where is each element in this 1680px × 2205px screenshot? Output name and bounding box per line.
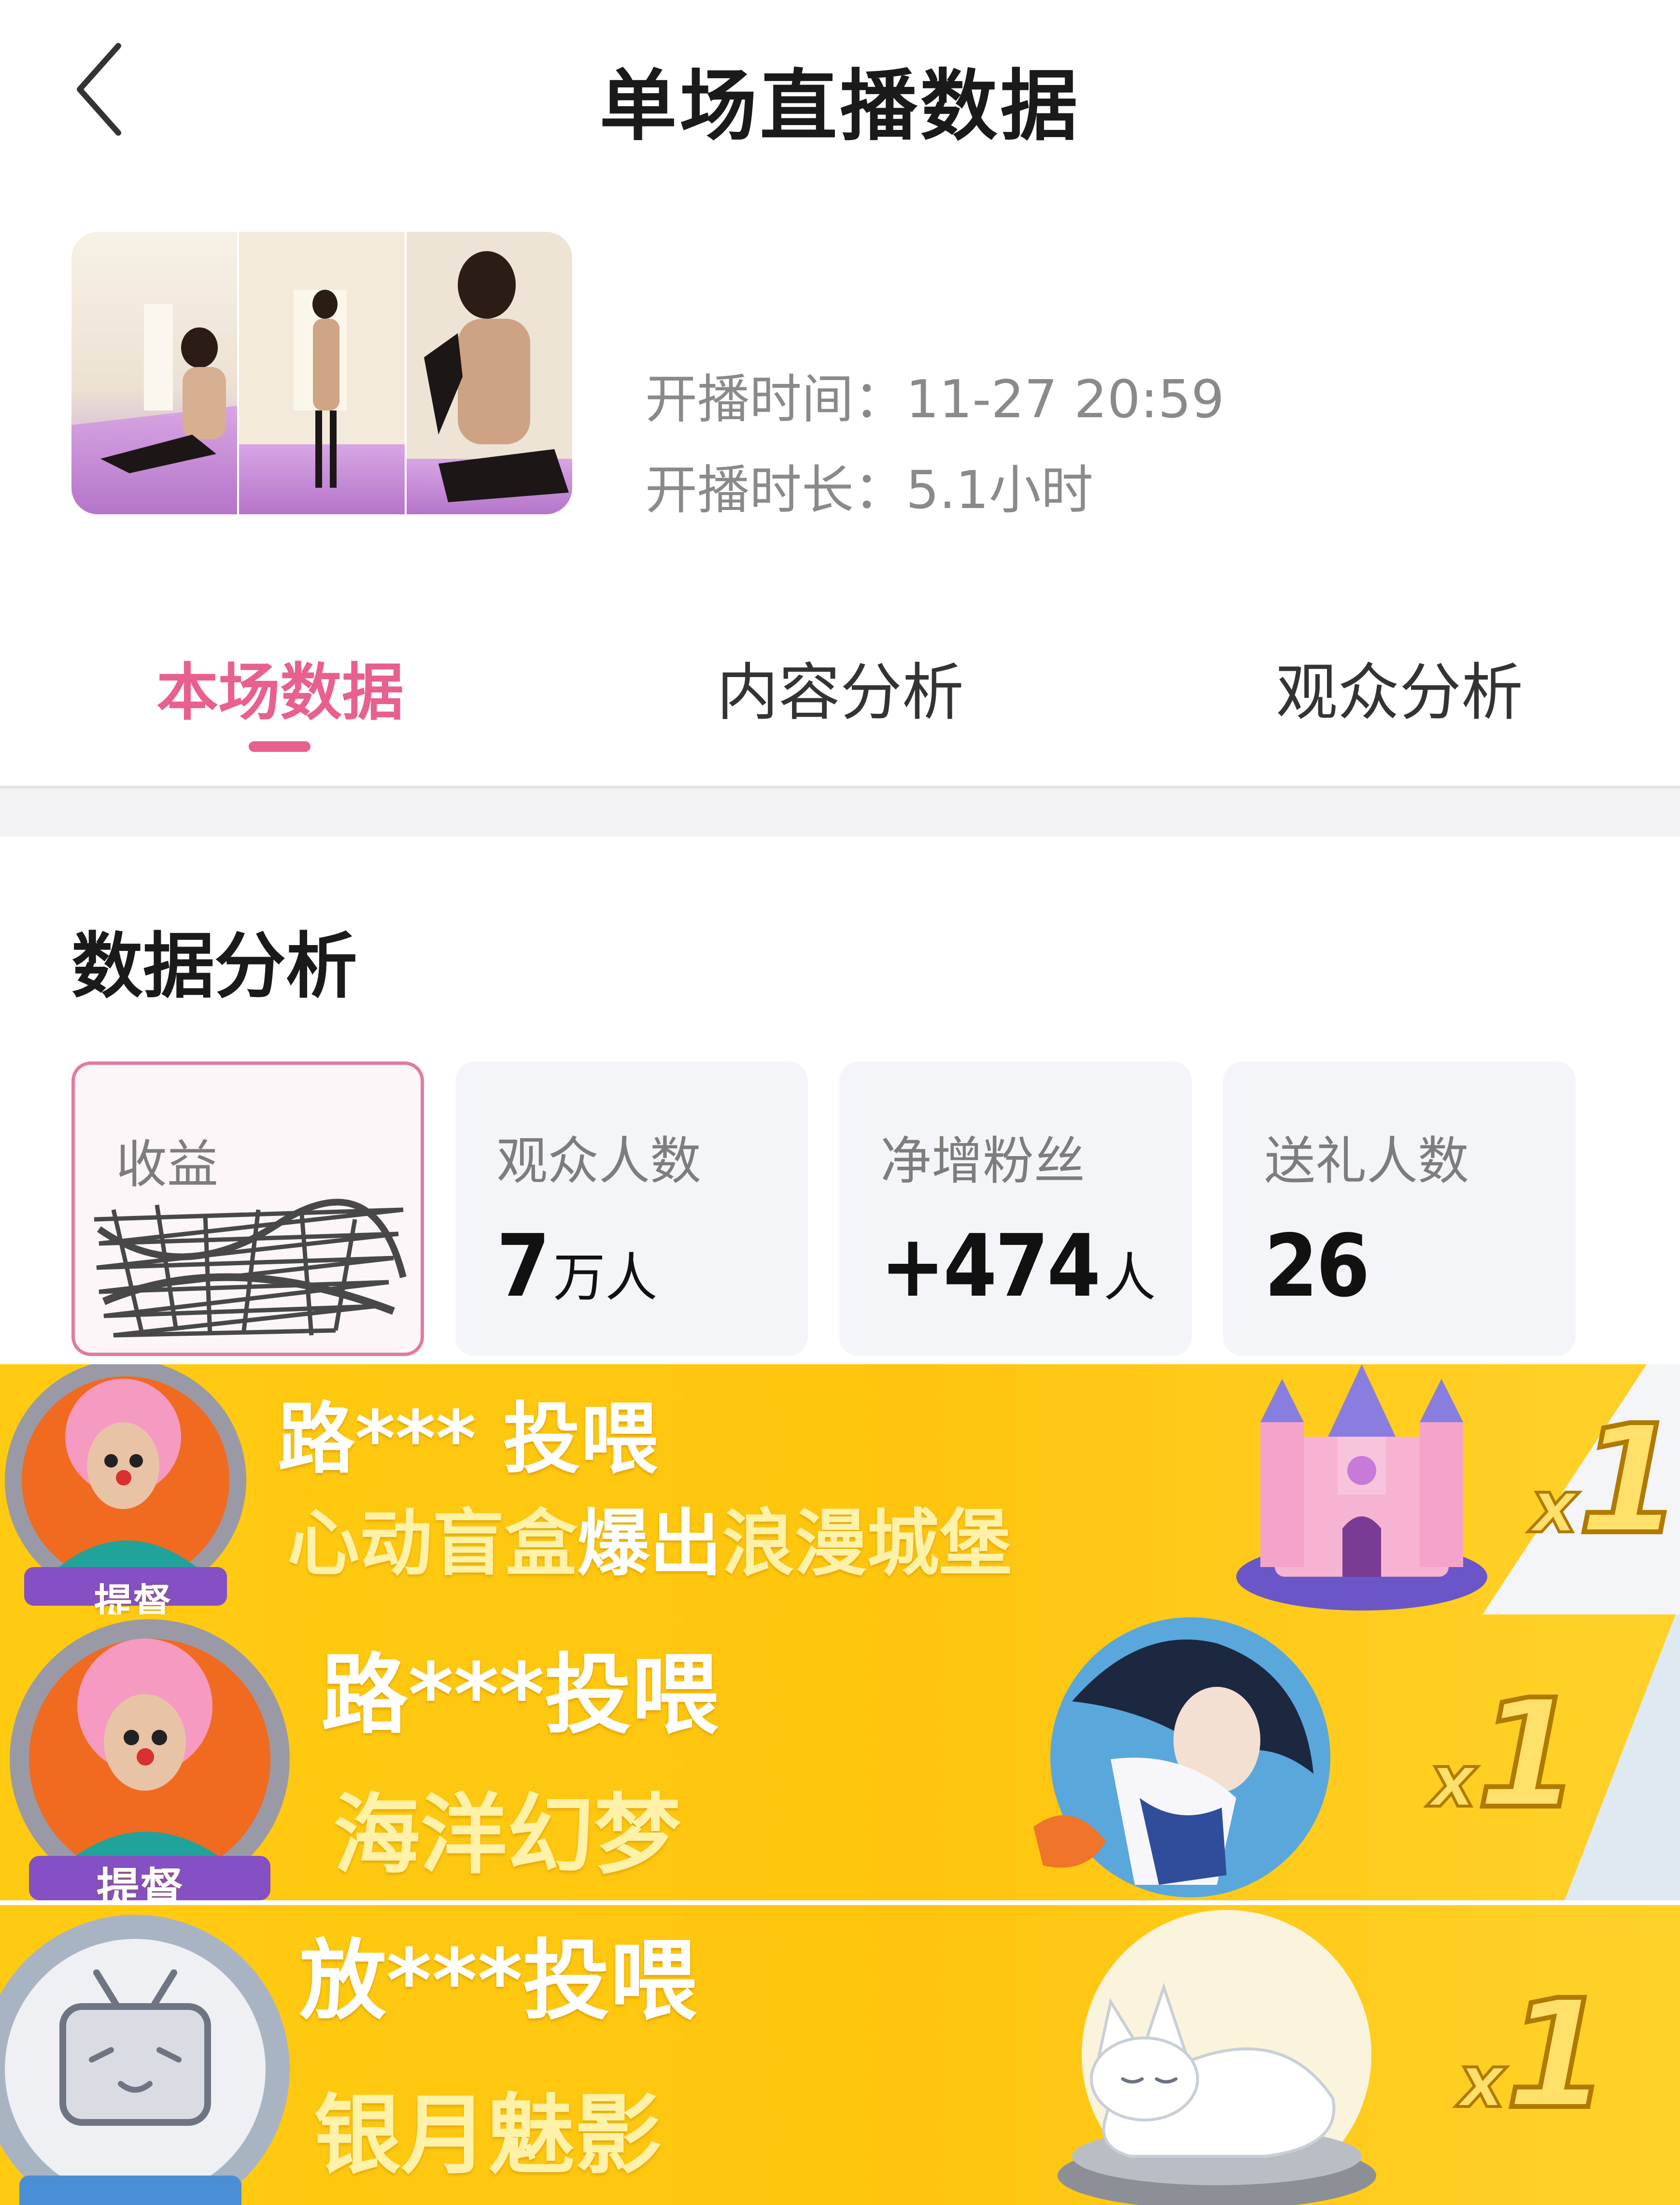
metric-card-viewers[interactable]: 观众人数 7万人 xyxy=(455,1061,808,1356)
gift-sender: 放***投喂 xyxy=(299,1931,697,2032)
gift-description: 心动盲盒爆出浪漫城堡 xyxy=(287,1485,1012,1590)
live-duration: 开播时长：5.1小时 xyxy=(645,460,1093,521)
avatar[interactable] xyxy=(0,1905,299,2205)
metric-label: 净增粉丝 xyxy=(880,1131,1085,1191)
gift-verb: 爆出 xyxy=(577,1502,722,1586)
gift-name: 浪漫城堡 xyxy=(722,1502,1012,1586)
count-number: 1 xyxy=(1503,1965,1612,2145)
metric-label: 送礼人数 xyxy=(1264,1131,1469,1191)
metric-value: 7万人 xyxy=(496,1216,657,1316)
badge-label: 提督 xyxy=(94,1581,171,1614)
gift-banner: 提督 路*** 投喂 心动盲盒爆出浪漫城堡 x1 xyxy=(0,1364,1680,1614)
metric-value: 26 xyxy=(1264,1216,1370,1316)
metric-unit: 人 xyxy=(1103,1248,1156,1308)
castle-icon xyxy=(1236,1364,1487,1611)
badge-label: 提督 xyxy=(97,1864,184,1900)
metric-value: +474人 xyxy=(880,1216,1156,1316)
gift-count: x1 xyxy=(1529,1391,1680,1570)
tab-bar: 本场数据 内容分析 观众分析 xyxy=(0,623,1680,787)
avatar[interactable]: 提督 xyxy=(0,1364,270,1614)
banner-corner xyxy=(1565,1614,1680,1900)
metric-number: 26 xyxy=(1264,1216,1370,1316)
count-x: x xyxy=(1457,2038,1507,2125)
tab-content-analysis[interactable]: 内容分析 xyxy=(717,642,964,732)
count-x: x xyxy=(1529,1464,1579,1551)
metric-card-new-fans[interactable]: 净增粉丝 +474人 xyxy=(839,1061,1192,1356)
metric-unit: 万人 xyxy=(553,1248,658,1308)
active-tab-indicator xyxy=(249,741,311,752)
count-number: 1 xyxy=(1474,1665,1583,1844)
tab-audience-analysis[interactable]: 观众分析 xyxy=(1276,642,1523,732)
gift-count: x1 xyxy=(1457,1965,1612,2145)
section-title: 数据分析 xyxy=(71,925,357,1008)
gift-name: 银月魅影 xyxy=(314,2085,662,2186)
metric-label: 收益 xyxy=(116,1135,218,1194)
count-x: x xyxy=(1428,1738,1478,1825)
metric-card-revenue[interactable]: 收益 xyxy=(71,1061,424,1356)
metric-label: 观众人数 xyxy=(496,1131,701,1191)
avatar[interactable]: 提督 xyxy=(0,1614,319,1900)
metric-card-gifters[interactable]: 送礼人数 26 xyxy=(1223,1061,1576,1356)
metric-number: 7 xyxy=(496,1216,550,1316)
live-cover-image[interactable] xyxy=(71,232,572,514)
header-bar: 单场直播数据 xyxy=(0,0,1680,179)
metric-number: +474 xyxy=(880,1216,1101,1316)
live-start-time: 开播时间：11-27 20:59 xyxy=(645,369,1225,430)
tab-session-data[interactable]: 本场数据 xyxy=(156,642,404,732)
gift-description: 银月魅影 xyxy=(314,2064,662,2191)
ocean-girl-icon xyxy=(1033,1617,1330,1897)
gift-sender: 路***投喂 xyxy=(321,1645,719,1746)
gift-name: 海洋幻梦 xyxy=(333,1785,681,1886)
gift-sender: 路*** 投喂 xyxy=(278,1394,658,1484)
redaction-scribble xyxy=(94,1199,407,1338)
gift-banner: 提督 路***投喂 海洋幻梦 x1 xyxy=(0,1614,1680,1900)
page-title: 单场直播数据 xyxy=(599,61,1081,151)
gift-prefix: 心动盲盒 xyxy=(287,1502,578,1586)
section-gap xyxy=(0,789,1680,837)
gift-banner: 放***投喂 银月魅影 x1 xyxy=(0,1905,1680,2205)
gift-description: 海洋幻梦 xyxy=(333,1764,681,1890)
silver-fox-icon xyxy=(1058,1910,1376,2205)
count-number: 1 xyxy=(1575,1391,1680,1570)
gift-count: x1 xyxy=(1428,1665,1583,1844)
